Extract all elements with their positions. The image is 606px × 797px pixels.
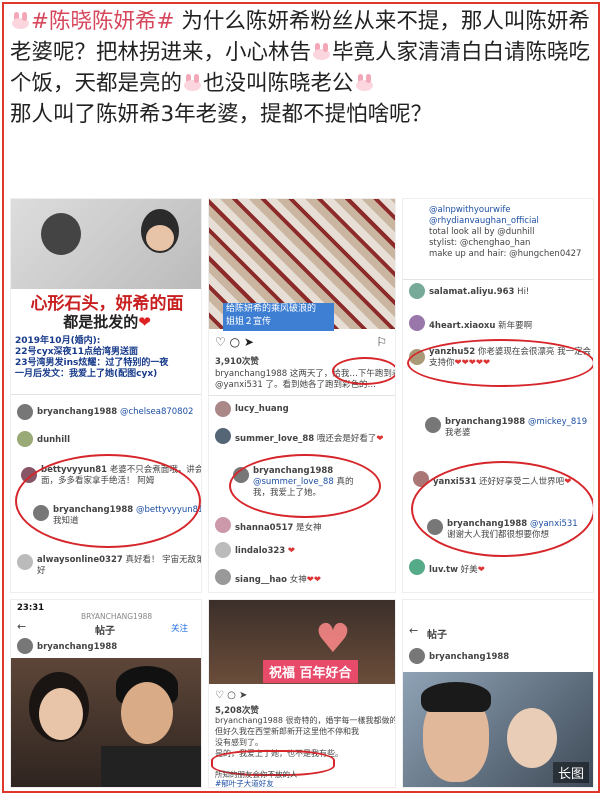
back-arrow-icon[interactable]: ← [409,624,418,637]
meme-title-2: 都是批发的❤ [63,313,151,331]
bunny-emoji-icon [312,43,331,60]
hashtag-link[interactable]: #陈晓陈妍希# [31,9,175,34]
long-image-badge: 长图 [552,762,589,783]
post-text-3: 也没叫陈晓老公 [203,71,354,96]
red-circle-mark [15,454,201,548]
photo-couple [11,199,201,289]
back-arrow-icon[interactable]: ← [17,620,26,633]
blessing-banner: 祝福 百年好合 [263,660,358,683]
bookmark-icon[interactable]: ⚐ [376,335,387,349]
photo-couple-selfie [11,658,201,787]
grid-image-6[interactable]: ← 帖子 bryanchang1988 长图 [402,599,594,788]
bunny-emoji-icon [355,74,374,91]
red-circle-mark [407,339,593,387]
grid-image-1[interactable]: 心形石头，妍希的面 都是批发的❤ 2019年10月(婚内): 22号cyx深夜1… [10,198,202,593]
caption-box: 给陈妍希的乘风破浪的 姐姐２宣传 [223,303,334,331]
grid-image-3[interactable]: @alnpwithyourwife @rhydianvaughan_offici… [402,198,594,593]
post-text-4: 那人叫了陈妍希3年老婆，提都不提怕啥呢？ [10,102,433,127]
weibo-post-text: #陈晓陈妍希# 为什么陈妍希粉丝从来不提，那人叫陈妍希老婆呢？把林拐进来，小心林… [10,6,594,130]
grid-image-2[interactable]: 给陈妍希的乘风破浪的 姐姐２宣传 ♡ ○ ➤ ⚐ 3,910次赞 bryancha… [208,198,396,593]
red-circle-mark [411,461,593,557]
grid-image-4[interactable]: 23:31 BRYANCHANG1988 ← 帖子 关注 bryanchang1… [10,599,202,788]
timeline-text: 2019年10月(婚内): 22号cyx深夜11点给湾男送面 23号湾男发ins… [15,336,169,379]
red-circle-mark [332,357,395,385]
credits-text: @alnpwithyourwife @rhydianvaughan_offici… [429,205,582,259]
image-grid: 心形石头，妍希的面 都是批发的❤ 2019年10月(婚内): 22号cyx深夜1… [10,198,594,788]
red-circle-mark [229,454,381,518]
bunny-emoji-icon [11,12,30,29]
follow-button[interactable]: 关注 [171,622,188,634]
action-icons[interactable]: ♡ ○ ➤ [215,690,247,701]
bunny-emoji-icon [183,74,202,91]
grid-image-5[interactable]: ♥ 祝福 百年好合 ♡ ○ ➤ 5,208次赞 bryanchang1988 很… [208,599,396,788]
action-icons[interactable]: ♡ ○ ➤ [215,335,254,349]
heart-icon: ♥ [315,616,351,662]
